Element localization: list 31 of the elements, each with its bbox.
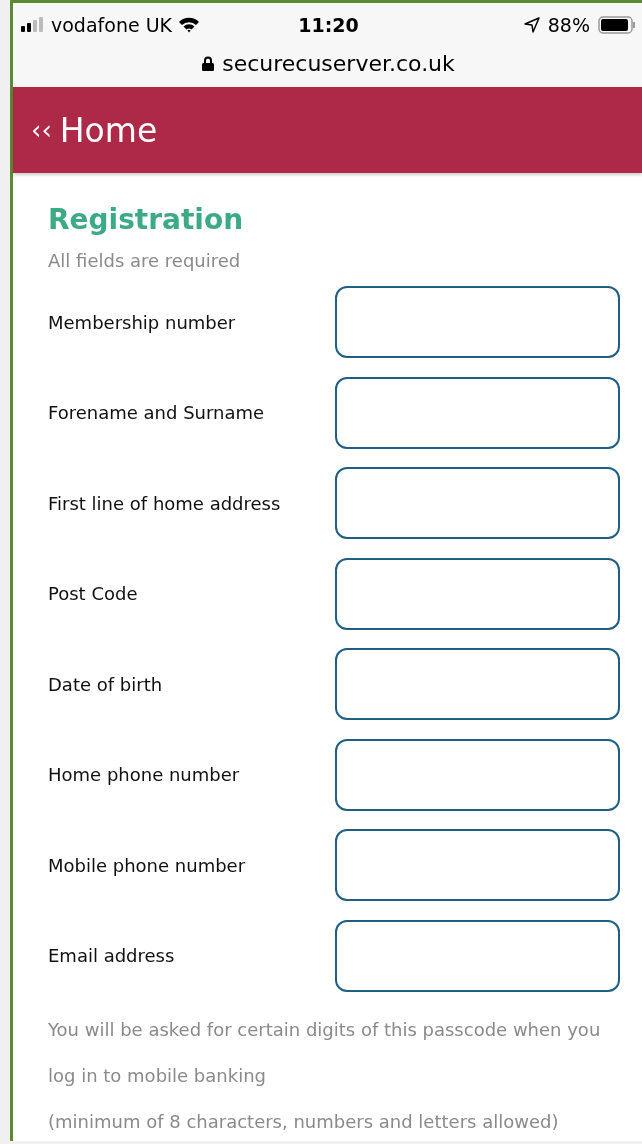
battery-percent: 88%: [547, 14, 590, 36]
input-field[interactable]: [335, 467, 620, 540]
input-field[interactable]: [335, 557, 620, 630]
form-subtitle: All fields are required: [48, 250, 242, 271]
input-field[interactable]: [335, 286, 620, 359]
carrier-name: vodafone UK: [51, 14, 173, 36]
help-text: (minimum of 8 characters, numbers and letters allowed): [48, 1110, 560, 1134]
input-field[interactable]: [335, 919, 620, 992]
field-label: Date of birth: [48, 673, 164, 695]
input-field[interactable]: [335, 829, 620, 902]
clock-time: 11:20: [298, 14, 359, 36]
input-field[interactable]: [335, 376, 620, 449]
back-icon[interactable]: ‹‹: [31, 115, 52, 145]
form-title: Registration: [48, 203, 245, 236]
help-text: You will be asked for certain digits of this passcode when you log in to mobile banking: [48, 1018, 602, 1088]
lock-icon: [202, 55, 215, 71]
signal-icon: [21, 17, 45, 33]
home-link[interactable]: Home: [59, 110, 158, 150]
field-label: Membership number: [48, 311, 237, 333]
input-field[interactable]: [335, 738, 620, 811]
field-label: Mobile phone number: [48, 854, 247, 876]
field-label: Home phone number: [48, 764, 241, 786]
url-text[interactable]: securecuserver.co.uk: [222, 50, 455, 76]
wifi-icon: [178, 17, 201, 33]
field-label: Email address: [48, 945, 176, 967]
field-label: First line of home address: [48, 492, 282, 514]
field-label: Forename and Surname: [48, 402, 266, 424]
battery-icon: [598, 16, 636, 34]
field-label: Post Code: [48, 583, 139, 605]
location-arrow-icon: [523, 17, 540, 33]
input-field[interactable]: [335, 648, 620, 721]
